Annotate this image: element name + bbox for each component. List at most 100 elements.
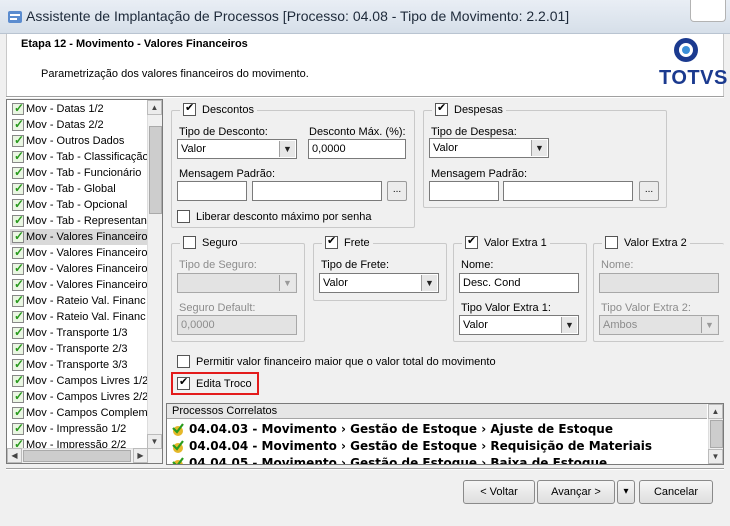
- hscroll-thumb[interactable]: [23, 450, 131, 462]
- permitir-valor-option[interactable]: Permitir valor financeiro maior que o va…: [177, 355, 496, 368]
- dropdown-arrow-icon[interactable]: ▼: [561, 317, 577, 333]
- scroll-thumb[interactable]: [149, 126, 162, 214]
- despesas-mensagem-text[interactable]: [503, 181, 633, 201]
- list-item[interactable]: Mov - Campos Livres 1/2: [10, 373, 150, 389]
- process-row[interactable]: 04.04.04 - Movimento › Gestão de Estoque…: [171, 438, 652, 455]
- extra2-nome-input[interactable]: [599, 273, 719, 293]
- next-button[interactable]: Avançar >: [537, 480, 615, 504]
- list-item[interactable]: Mov - Tab - Classificação: [10, 149, 150, 165]
- dropdown-arrow-icon[interactable]: ▼: [279, 275, 295, 291]
- list-item[interactable]: Mov - Rateio Val. Financ: [10, 309, 150, 325]
- checked-icon: [12, 389, 24, 404]
- desconto-max-input[interactable]: 0,0000: [308, 139, 406, 159]
- valor-extra-1-checkbox[interactable]: [465, 234, 478, 249]
- descontos-legend[interactable]: Descontos: [180, 101, 257, 116]
- despesas-legend[interactable]: Despesas: [432, 101, 506, 116]
- dropdown-arrow-icon[interactable]: ▼: [421, 275, 437, 291]
- seguro-legend[interactable]: Seguro: [180, 236, 241, 249]
- list-item[interactable]: Mov - Campos Livres 2/2: [10, 389, 150, 405]
- list-item[interactable]: Mov - Datas 2/2: [10, 117, 150, 133]
- list-item[interactable]: Mov - Transporte 3/3: [10, 357, 150, 373]
- scroll-down-icon[interactable]: ▼: [708, 449, 723, 464]
- descontos-mensagem-code[interactable]: [177, 181, 247, 201]
- process-link-icon: [172, 457, 184, 464]
- checked-icon: [12, 421, 24, 436]
- list-horizontal-scrollbar[interactable]: ◀ ▶: [7, 448, 148, 463]
- tipo-desconto-select[interactable]: Valor ▼: [177, 139, 297, 159]
- close-button[interactable]: [690, 0, 726, 22]
- liberar-desconto-option[interactable]: Liberar desconto máximo por senha: [177, 210, 371, 223]
- processos-scrollbar[interactable]: ▲ ▼: [708, 404, 723, 464]
- list-item[interactable]: Mov - Transporte 2/3: [10, 341, 150, 357]
- valor-extra-1-legend[interactable]: Valor Extra 1: [462, 234, 550, 249]
- list-item[interactable]: Mov - Valores Financeiros: [10, 229, 150, 245]
- frete-legend[interactable]: Frete: [322, 234, 373, 249]
- seguro-checkbox[interactable]: [183, 236, 196, 249]
- list-item-label: Mov - Valores Financeiros: [26, 263, 150, 275]
- seguro-label: Seguro: [202, 236, 238, 249]
- tipo-despesa-label: Tipo de Despesa:: [431, 126, 517, 138]
- descontos-mensagem-text[interactable]: [252, 181, 382, 201]
- edita-troco-option[interactable]: Edita Troco: [177, 375, 252, 390]
- list-item[interactable]: Mov - Tab - Global: [10, 181, 150, 197]
- extra2-tipo-select[interactable]: Ambos ▼: [599, 315, 719, 335]
- extra1-tipo-select[interactable]: Valor ▼: [459, 315, 579, 335]
- list-item[interactable]: Mov - Tab - Representante: [10, 213, 150, 229]
- process-row[interactable]: 04.04.05 - Movimento › Gestão de Estoque…: [171, 455, 607, 464]
- app-icon: [8, 11, 22, 23]
- scroll-up-icon[interactable]: ▲: [147, 100, 162, 115]
- list-item[interactable]: Mov - Datas 1/2: [10, 101, 150, 117]
- frete-checkbox[interactable]: [325, 234, 338, 249]
- checked-icon: [12, 373, 24, 388]
- tipo-frete-select[interactable]: Valor ▼: [319, 273, 439, 293]
- next-dropdown-button[interactable]: ▾: [617, 480, 635, 504]
- tipo-seguro-select[interactable]: ▼: [177, 273, 297, 293]
- despesas-mensagem-code[interactable]: [429, 181, 499, 201]
- list-item-label: Mov - Valores Financeiros: [26, 247, 150, 259]
- list-item[interactable]: Mov - Rateio Val. Financ: [10, 293, 150, 309]
- liberar-desconto-checkbox[interactable]: [177, 210, 190, 223]
- scroll-thumb[interactable]: [710, 420, 723, 448]
- list-item[interactable]: Mov - Tab - Opcional: [10, 197, 150, 213]
- valor-extra-2-checkbox[interactable]: [605, 236, 618, 249]
- list-item[interactable]: Mov - Transporte 1/3: [10, 325, 150, 341]
- dropdown-arrow-icon[interactable]: ▼: [531, 140, 547, 156]
- permitir-valor-checkbox[interactable]: [177, 355, 190, 368]
- cancel-button[interactable]: Cancelar: [639, 480, 713, 504]
- list-vertical-scrollbar[interactable]: ▲ ▼: [147, 100, 162, 463]
- scroll-down-icon[interactable]: ▼: [147, 434, 162, 449]
- list-item[interactable]: Mov - Valores Financeiros: [10, 261, 150, 277]
- list-item-label: Mov - Tab - Opcional: [26, 199, 128, 211]
- seguro-default-input[interactable]: 0,0000: [177, 315, 297, 335]
- checked-icon: [12, 213, 24, 228]
- checked-icon: [12, 357, 24, 372]
- extra2-tipo-value: Ambos: [603, 319, 638, 331]
- list-item-label: Mov - Valores Financeiros: [26, 279, 150, 291]
- list-item[interactable]: Mov - Outros Dados: [10, 133, 150, 149]
- checked-icon: [12, 245, 24, 260]
- tipo-despesa-select[interactable]: Valor ▼: [429, 138, 549, 158]
- descontos-browse-button[interactable]: ...: [387, 181, 407, 201]
- list-item[interactable]: Mov - Campos Complementares: [10, 405, 150, 421]
- process-row[interactable]: 04.04.03 - Movimento › Gestão de Estoque…: [171, 421, 613, 438]
- back-button[interactable]: < Voltar: [463, 480, 535, 504]
- list-item[interactable]: Mov - Valores Financeiros: [10, 245, 150, 261]
- scroll-left-icon[interactable]: ◀: [7, 448, 22, 463]
- despesas-checkbox[interactable]: [435, 101, 448, 116]
- valor-extra-2-legend[interactable]: Valor Extra 2: [602, 236, 690, 249]
- extra1-nome-input[interactable]: Desc. Cond: [459, 273, 579, 293]
- scroll-up-icon[interactable]: ▲: [708, 404, 723, 419]
- step-title: Etapa 12 - Movimento - Valores Financeir…: [21, 38, 248, 50]
- descontos-checkbox[interactable]: [183, 101, 196, 116]
- dropdown-arrow-icon[interactable]: ▼: [279, 141, 295, 157]
- processos-correlatos-panel[interactable]: Processos Correlatos 04.04.03 - Moviment…: [166, 403, 724, 465]
- edita-troco-checkbox[interactable]: [177, 375, 190, 390]
- list-item[interactable]: Mov - Impressão 1/2: [10, 421, 150, 437]
- title-bar: Assistente de Implantação de Processos […: [0, 0, 730, 34]
- despesas-browse-button[interactable]: ...: [639, 181, 659, 201]
- dropdown-arrow-icon[interactable]: ▼: [701, 317, 717, 333]
- list-item[interactable]: Mov - Valores Financeiros: [10, 277, 150, 293]
- list-item[interactable]: Mov - Tab - Funcionário: [10, 165, 150, 181]
- scroll-right-icon[interactable]: ▶: [133, 448, 148, 463]
- steps-list[interactable]: Mov - Datas 1/2 Mov - Datas 2/2 Mov - Outr…: [6, 99, 163, 464]
